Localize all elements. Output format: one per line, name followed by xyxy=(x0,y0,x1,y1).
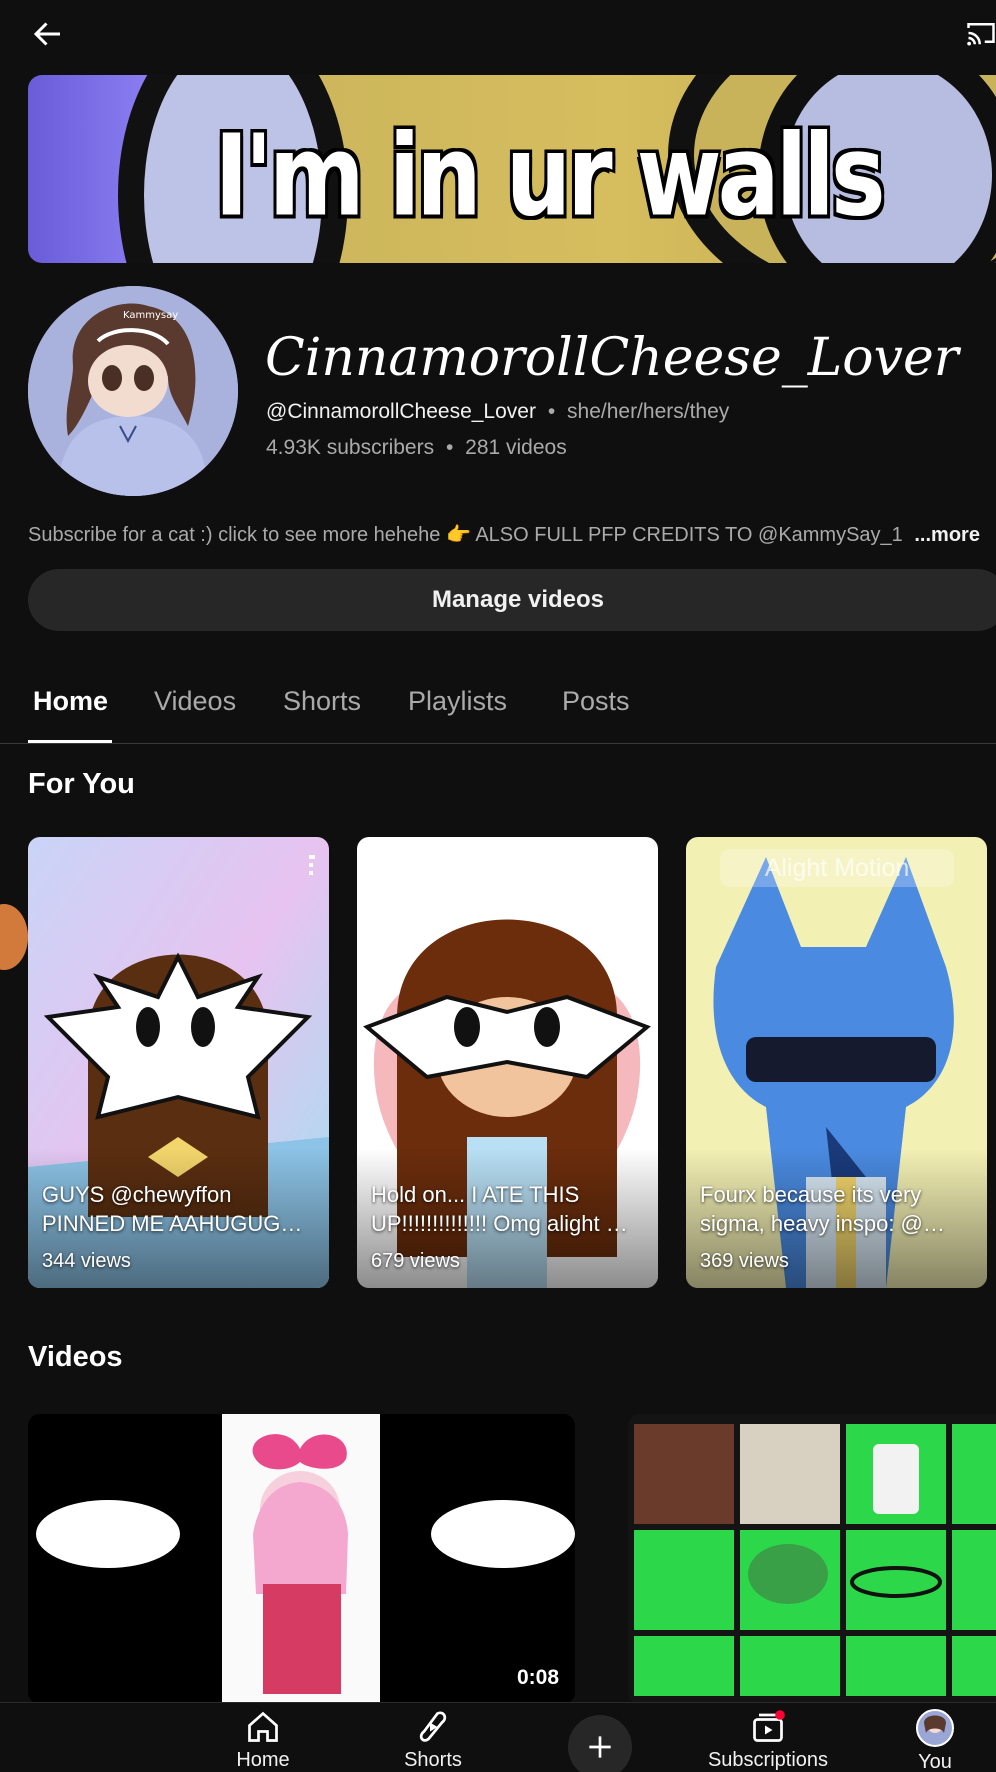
channel-name: CinnamorollCheese_Lover xyxy=(265,328,959,388)
nav-label: Shorts xyxy=(404,1749,462,1771)
short-title: Fourx because its very sigma, heavy insp… xyxy=(700,1182,945,1236)
avatar-illustration: Kammysay xyxy=(28,286,238,496)
nav-label: Subscriptions xyxy=(707,1749,829,1771)
nav-shorts[interactable]: Shorts xyxy=(368,1709,498,1772)
short-title: Hold on... I ATE THIS UP!!!!!!!!!!!!!! O… xyxy=(371,1182,628,1236)
back-button[interactable] xyxy=(28,14,68,54)
channel-handle-line: @CinnamorollCheese_Lover • she/her/hers/… xyxy=(266,400,729,424)
svg-text:Kammysay: Kammysay xyxy=(123,310,178,321)
short-title: GUYS @chewyffon PINNED ME AAHUGUG… xyxy=(42,1182,303,1236)
channel-tabs: Home Videos Shorts Playlists Posts xyxy=(0,672,996,744)
channel-stats: 4.93K subscribers • 281 videos xyxy=(266,436,567,460)
tab-posts[interactable]: Posts xyxy=(562,686,630,717)
short-card[interactable]: GUYS @chewyffon PINNED ME AAHUGUG… 344 v… xyxy=(28,837,329,1288)
floating-bubble[interactable] xyxy=(0,904,28,970)
channel-pronouns: she/her/hers/they xyxy=(567,400,730,423)
separator: • xyxy=(445,436,454,459)
nav-you[interactable]: You xyxy=(870,1709,996,1772)
more-link[interactable]: ...more xyxy=(914,524,980,546)
subscriber-count: 4.93K subscribers xyxy=(266,436,435,459)
create-button[interactable] xyxy=(568,1715,632,1772)
short-views: 679 views xyxy=(371,1250,460,1272)
video-card[interactable] xyxy=(628,1414,996,1704)
short-views: 344 views xyxy=(42,1250,131,1272)
channel-description[interactable]: Subscribe for a cat :) click to see more… xyxy=(28,522,980,547)
short-card[interactable]: Hold on... I ATE THIS UP!!!!!!!!!!!!!! O… xyxy=(357,837,658,1288)
section-title-videos: Videos xyxy=(28,1341,123,1373)
short-card[interactable]: Alight Motion Fourx because its very sig… xyxy=(686,837,987,1288)
video-thumbnail xyxy=(28,1414,575,1704)
cast-button[interactable] xyxy=(966,14,996,54)
nav-home[interactable]: Home xyxy=(198,1709,328,1772)
top-bar xyxy=(0,0,996,66)
tab-videos[interactable]: Videos xyxy=(154,686,236,717)
home-icon xyxy=(248,1711,278,1742)
tab-home[interactable]: Home xyxy=(33,686,108,717)
plus-icon xyxy=(589,1736,611,1758)
video-thumbnail xyxy=(628,1414,996,1704)
watermark: Alight Motion xyxy=(720,849,954,887)
avatar xyxy=(916,1709,954,1747)
tab-playlists[interactable]: Playlists xyxy=(408,686,507,717)
description-text: Subscribe for a cat :) click to see more… xyxy=(28,524,903,546)
channel-banner: I'm in ur walls xyxy=(28,75,996,263)
subscriptions-icon xyxy=(753,1710,785,1742)
video-card[interactable]: 0:08 xyxy=(28,1414,575,1704)
nav-subscriptions[interactable]: Subscriptions xyxy=(703,1709,833,1772)
short-views: 369 views xyxy=(700,1250,789,1272)
active-tab-indicator xyxy=(28,740,112,743)
shorts-icon xyxy=(419,1711,447,1742)
nav-label: You xyxy=(918,1751,952,1772)
manage-videos-button[interactable]: Manage videos xyxy=(28,569,996,631)
bottom-navigation: Home Shorts Subscriptions You xyxy=(0,1702,996,1772)
banner-text: I'm in ur walls xyxy=(214,111,885,242)
cast-icon xyxy=(967,23,995,46)
video-duration: 0:08 xyxy=(510,1664,565,1692)
arrow-left-icon xyxy=(33,22,60,46)
video-count: 281 videos xyxy=(465,436,567,459)
separator: • xyxy=(547,400,556,423)
channel-avatar[interactable]: Kammysay xyxy=(28,286,238,496)
tab-shorts[interactable]: Shorts xyxy=(283,686,361,717)
nav-label: Home xyxy=(236,1749,290,1771)
section-title-for-you: For You xyxy=(28,768,135,800)
channel-handle: @CinnamorollCheese_Lover xyxy=(266,400,536,423)
